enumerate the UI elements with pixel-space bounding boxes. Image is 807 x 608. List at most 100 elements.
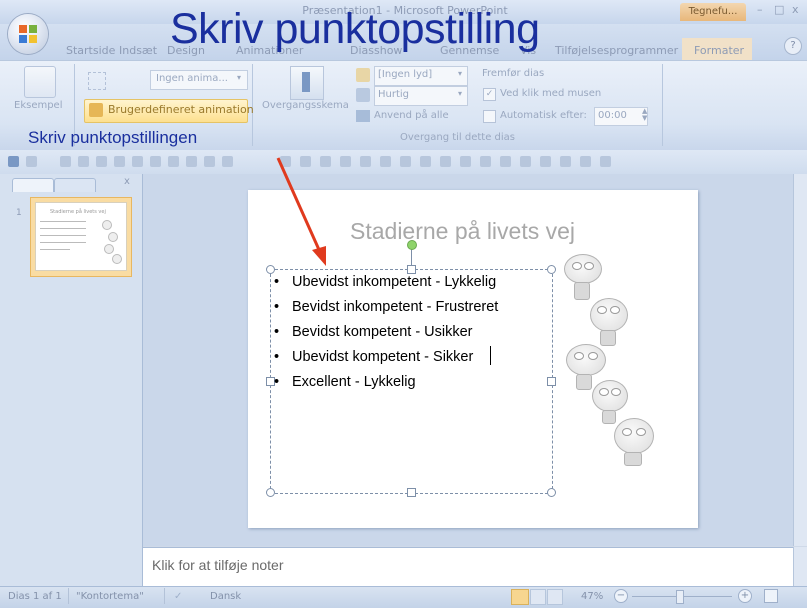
toolbar-icon[interactable] <box>168 156 179 167</box>
animate-select-value: Ingen anima... <box>156 73 228 84</box>
cartoon-eye-icon <box>574 352 584 360</box>
normal-view-button[interactable] <box>511 589 529 605</box>
thumbnail-figure-icon <box>108 232 118 242</box>
zoom-level[interactable]: 47% <box>581 591 603 602</box>
bullet-text: Ubevidst inkompetent - Lykkelig <box>292 274 497 290</box>
toolbar-icon[interactable] <box>500 156 511 167</box>
auto-advance-checkbox[interactable] <box>483 110 496 123</box>
preview-button-label[interactable]: Eksempel <box>14 100 63 111</box>
red-arrow-icon <box>276 157 326 266</box>
resize-handle-top[interactable] <box>407 265 416 274</box>
resize-handle-bottom[interactable] <box>407 488 416 497</box>
tab-insert[interactable]: Indsæt <box>119 44 157 57</box>
toolbar-icon[interactable] <box>480 156 491 167</box>
tab-outline[interactable] <box>54 178 96 192</box>
help-icon[interactable]: ? <box>784 37 802 55</box>
status-separator <box>164 588 165 604</box>
bullet-text: Bevidst kompetent - Usikker <box>292 324 473 340</box>
transition-thumbnail-icon <box>302 72 310 92</box>
bullet-item[interactable]: • Bevidst inkompetent - Frustreret <box>274 299 498 315</box>
resize-handle-right[interactable] <box>547 377 556 386</box>
zoom-out-button[interactable]: − <box>614 589 628 603</box>
cartoon-eye-icon <box>588 352 598 360</box>
resize-handle-bottom-right[interactable] <box>547 488 556 497</box>
tab-format[interactable]: Formater <box>694 44 744 57</box>
save-icon[interactable] <box>8 156 19 167</box>
preview-icon[interactable] <box>24 66 56 98</box>
toolbar-icon[interactable] <box>420 156 431 167</box>
transition-scheme-label[interactable]: Overgangsskema <box>262 100 349 111</box>
toolbar-icon[interactable] <box>114 156 125 167</box>
bullet-dot: • <box>274 299 280 315</box>
toolbar-icon[interactable] <box>540 156 551 167</box>
fit-to-window-button[interactable] <box>764 589 778 603</box>
toolbar-icon[interactable] <box>204 156 215 167</box>
ribbon-separator <box>662 64 663 146</box>
cartoon-eye-icon <box>597 306 607 314</box>
cartoon-eye-icon <box>622 428 632 436</box>
chevron-down-icon[interactable]: ▾ <box>237 73 241 82</box>
bullet-dot: • <box>274 274 280 290</box>
thumbnail-figure-icon <box>112 254 122 264</box>
time-spinner[interactable]: ▲ ▼ <box>642 108 647 122</box>
bullet-item[interactable]: • Ubevidst kompetent - Sikker <box>274 349 473 365</box>
tab-home[interactable]: Startside <box>66 44 115 57</box>
toolbar-icon[interactable] <box>460 156 471 167</box>
maximize-icon[interactable]: □ <box>774 3 784 16</box>
bullet-item[interactable]: • Ubevidst inkompetent - Lykkelig <box>274 274 496 290</box>
toolbar-icon[interactable] <box>580 156 591 167</box>
toolbar-icon[interactable] <box>78 156 89 167</box>
resize-handle-bottom-left[interactable] <box>266 488 275 497</box>
context-tab-drawing-tools[interactable]: Tegnefu... <box>680 3 746 21</box>
cartoon-eye-icon <box>584 262 594 270</box>
spellcheck-icon[interactable]: ✓ <box>174 591 182 602</box>
slide-title[interactable]: Stadierne på livets vej <box>350 218 575 245</box>
bullet-item[interactable]: • Bevidst kompetent - Usikker <box>274 324 473 340</box>
toolbar-icon[interactable] <box>520 156 531 167</box>
toolbar-icon[interactable] <box>222 156 233 167</box>
tab-slides[interactable] <box>12 178 54 192</box>
toolbar-icon[interactable] <box>400 156 411 167</box>
cartoon-eye-icon <box>636 428 646 436</box>
minimize-icon[interactable]: – <box>757 3 763 16</box>
thumbnail-bullet-line <box>40 249 70 250</box>
cartoon-figure-icon <box>590 298 628 332</box>
resize-handle-top-right[interactable] <box>547 265 556 274</box>
toolbar-icon[interactable] <box>600 156 611 167</box>
slideshow-button[interactable] <box>547 589 563 605</box>
vertical-scrollbar[interactable] <box>793 174 807 546</box>
toolbar-icon[interactable] <box>132 156 143 167</box>
thumbnail-bullet-line <box>40 235 86 236</box>
undo-icon[interactable] <box>26 156 37 167</box>
notes-scrollbar[interactable] <box>793 547 807 586</box>
close-pane-icon[interactable]: x <box>124 176 130 187</box>
bullet-item[interactable]: • Excellent - Lykkelig <box>274 374 416 390</box>
chevron-down-icon[interactable]: ▾ <box>458 89 462 98</box>
slide-sorter-button[interactable] <box>530 589 546 605</box>
toolbar-icon[interactable] <box>560 156 571 167</box>
bullet-dot: • <box>274 349 280 365</box>
thumbnail-figure-icon <box>102 220 112 230</box>
rotation-handle-line <box>411 248 412 266</box>
toolbar-icon[interactable] <box>96 156 107 167</box>
custom-animation-label: Brugerdefineret animation <box>108 103 254 116</box>
toolbar-icon[interactable] <box>186 156 197 167</box>
toolbar-icon[interactable] <box>440 156 451 167</box>
apply-to-all-button[interactable]: Anvend på alle <box>374 110 449 121</box>
toolbar-icon[interactable] <box>150 156 161 167</box>
toolbar-icon[interactable] <box>60 156 71 167</box>
zoom-slider-thumb[interactable] <box>676 590 684 604</box>
thumbnail-title: Stadierne på livets vej <box>50 209 106 215</box>
notes-placeholder[interactable]: Klik for at tilføje noter <box>152 557 284 573</box>
auto-advance-time-value: 00:00 <box>598 110 627 121</box>
toolbar-icon[interactable] <box>360 156 371 167</box>
tab-addins[interactable]: Tilføjelsesprogrammer <box>555 44 678 57</box>
close-icon[interactable]: x <box>792 3 799 16</box>
toolbar-icon[interactable] <box>340 156 351 167</box>
rotation-handle[interactable] <box>407 240 417 250</box>
toolbar-icon[interactable] <box>380 156 391 167</box>
zoom-in-button[interactable]: + <box>738 589 752 603</box>
on-mouse-click-checkbox[interactable]: ✓ <box>483 88 496 101</box>
language-indicator[interactable]: Dansk <box>210 591 241 602</box>
chevron-down-icon[interactable]: ▾ <box>458 69 462 78</box>
